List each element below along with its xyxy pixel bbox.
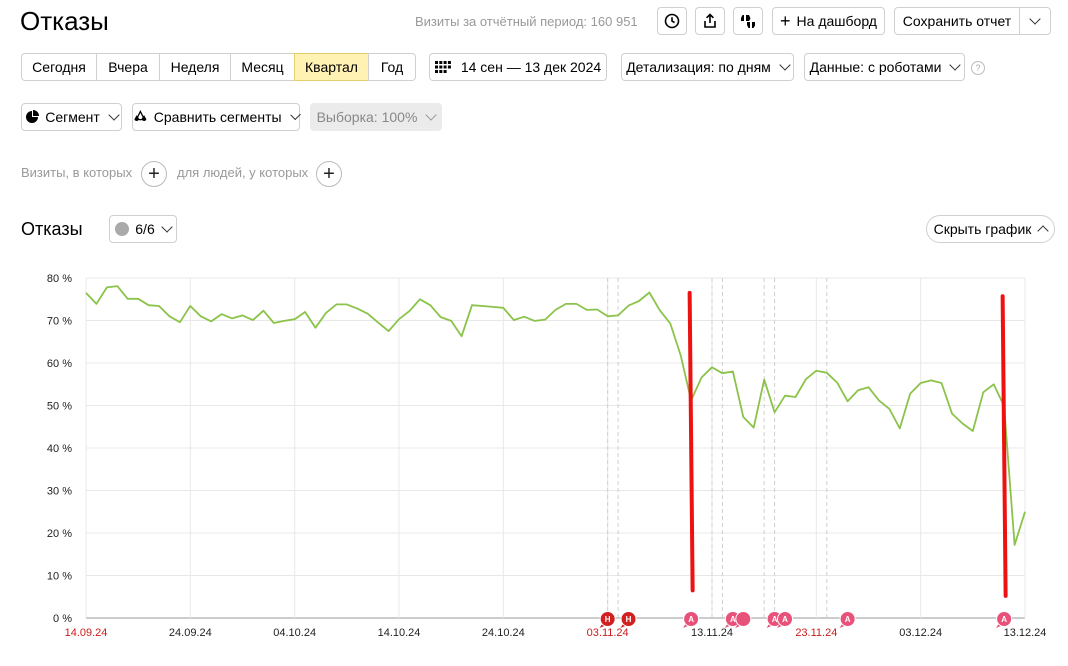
period-today-label: Сегодня bbox=[32, 59, 86, 75]
page-title: Отказы bbox=[20, 6, 109, 36]
chevron-down-icon bbox=[161, 221, 173, 233]
y-tick-label: 30 % bbox=[47, 486, 72, 498]
y-tick-label: 50 % bbox=[47, 401, 72, 413]
add-visits-filter-button[interactable]: + bbox=[141, 161, 167, 187]
annotation-marker bbox=[735, 611, 752, 627]
detail-label: Детализация: по дням bbox=[626, 59, 771, 75]
annotation-marker-letter: А bbox=[688, 615, 694, 624]
add-to-dashboard-button[interactable]: + На дашборд bbox=[772, 7, 885, 35]
chevron-down-icon bbox=[779, 59, 791, 71]
people-filter-label: для людей, у которых bbox=[177, 165, 309, 180]
add-people-filter-button[interactable]: + bbox=[316, 161, 342, 187]
sample-select[interactable]: Выборка: 100% bbox=[310, 103, 442, 131]
save-report-label: Сохранить отчет bbox=[902, 13, 1012, 29]
drops-icon bbox=[134, 110, 147, 122]
visits-filter-label: Визиты, в которых bbox=[21, 165, 133, 180]
y-tick-label: 20 % bbox=[47, 528, 72, 540]
period-year-label: Год bbox=[380, 59, 404, 75]
data-mode-select[interactable]: Данные: с роботами bbox=[804, 53, 965, 81]
chevron-down-icon bbox=[425, 109, 438, 121]
series-dot-icon bbox=[115, 222, 130, 236]
chevron-down-icon bbox=[1029, 13, 1041, 25]
segment-button[interactable]: Сегмент bbox=[21, 103, 122, 131]
x-tick-label: 14.10.24 bbox=[378, 627, 421, 639]
plus-icon: + bbox=[148, 163, 160, 185]
red-highlight-mark bbox=[1000, 294, 1008, 598]
hide-chart-label: Скрыть график bbox=[933, 221, 1032, 237]
save-report-button[interactable]: Сохранить отчет bbox=[894, 7, 1020, 35]
x-tick-label: 03.11.24 bbox=[587, 627, 629, 639]
series-line bbox=[85, 285, 1026, 546]
annotation-marker-letter: А bbox=[730, 615, 736, 624]
period-quarter-label: Квартал bbox=[305, 59, 358, 75]
y-tick-label: 70 % bbox=[47, 316, 72, 328]
calendar-icon bbox=[434, 61, 451, 73]
annotation-marker-letter: А bbox=[845, 615, 851, 624]
add-dashboard-label: На дашборд bbox=[796, 13, 877, 29]
red-highlight-mark bbox=[687, 290, 695, 593]
x-tick-label: 24.09.24 bbox=[169, 627, 212, 639]
history-button[interactable] bbox=[657, 7, 687, 35]
y-tick-label: 80 % bbox=[47, 273, 72, 285]
compare-segments-button[interactable]: Сравнить сегменты bbox=[132, 103, 301, 131]
data-mode-label: Данные: с роботами bbox=[809, 59, 942, 75]
period-quarter[interactable]: Квартал bbox=[294, 53, 369, 81]
y-tick-label: 10 % bbox=[47, 571, 72, 583]
clock-icon bbox=[664, 13, 680, 29]
help-icon[interactable]: ? bbox=[971, 61, 985, 75]
period-week-label: Неделя bbox=[170, 59, 220, 75]
period-yesterday-label: Вчера bbox=[108, 59, 148, 75]
x-tick-label: 13.11.24 bbox=[691, 627, 733, 639]
feedback-button[interactable] bbox=[733, 7, 763, 35]
visits-counter: Визиты за отчётный период: 160 951 bbox=[415, 14, 638, 29]
annotation-marker-letter: А bbox=[1001, 615, 1007, 624]
section-title: Отказы bbox=[21, 219, 83, 239]
period-year[interactable]: Год bbox=[368, 53, 416, 81]
series-count: 6/6 bbox=[135, 221, 155, 237]
thumbs-icon bbox=[741, 15, 755, 28]
period-today[interactable]: Сегодня bbox=[21, 53, 97, 81]
series-selector[interactable]: 6/6 bbox=[109, 215, 177, 243]
visits-label: Визиты за отчётный период: bbox=[415, 14, 588, 29]
x-tick-label: 14.09.24 bbox=[65, 627, 108, 639]
date-range-picker[interactable]: 14 сен — 13 дек 2024 bbox=[429, 53, 607, 81]
chevron-down-icon bbox=[108, 109, 120, 121]
pie-icon bbox=[26, 110, 40, 123]
x-tick-label: 13.12.24 bbox=[1004, 627, 1047, 639]
chevron-down-icon bbox=[949, 59, 962, 71]
period-month-label: Месяц bbox=[241, 59, 284, 75]
annotation-marker-letter: А bbox=[772, 615, 778, 624]
x-tick-label: 24.10.24 bbox=[482, 627, 525, 639]
annotation-marker-letter: А bbox=[782, 615, 788, 624]
segment-label: Сегмент bbox=[45, 109, 100, 125]
compare-segments-label: Сравнить сегменты bbox=[153, 109, 282, 125]
period-yesterday[interactable]: Вчера bbox=[96, 53, 160, 81]
export-button[interactable] bbox=[695, 7, 725, 35]
sample-label: Выборка: 100% bbox=[316, 109, 418, 125]
date-range-label: 14 сен — 13 дек 2024 bbox=[460, 59, 602, 75]
chevron-down-icon bbox=[289, 109, 301, 121]
bounce-rate-chart: 0 % 10 % 20 % 30 % 40 % 50 % 60 % 70 % 80 % 14.09… bbox=[47, 273, 1047, 639]
chevron-up-icon bbox=[1037, 225, 1050, 237]
plus-icon: + bbox=[323, 163, 335, 185]
share-icon bbox=[704, 13, 716, 28]
y-tick-label: 40 % bbox=[47, 443, 72, 455]
annotation-marker-letter: Н bbox=[605, 615, 611, 624]
x-tick-label: 23.11.24 bbox=[795, 627, 837, 639]
visits-value: 160 951 bbox=[590, 14, 638, 29]
x-tick-label: 03.12.24 bbox=[899, 627, 942, 639]
save-report-menu-button[interactable] bbox=[1019, 7, 1051, 35]
x-tick-label: 04.10.24 bbox=[273, 627, 316, 639]
detail-select[interactable]: Детализация: по дням bbox=[621, 53, 794, 81]
y-tick-label: 60 % bbox=[47, 358, 72, 370]
y-tick-label: 0 % bbox=[53, 613, 72, 625]
plus-icon: + bbox=[780, 11, 791, 31]
period-month[interactable]: Месяц bbox=[230, 53, 295, 81]
annotation-marker-letter: Н bbox=[626, 615, 632, 624]
hide-chart-button[interactable]: Скрыть график bbox=[926, 215, 1055, 243]
period-week[interactable]: Неделя bbox=[159, 53, 231, 81]
